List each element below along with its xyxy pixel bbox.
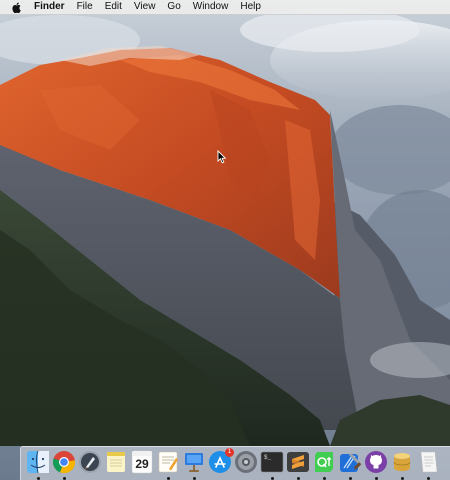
wallpaper-image [0,0,450,480]
menu-view[interactable]: View [134,0,156,14]
xcode-icon [340,453,361,472]
dock-item-launchpad[interactable] [78,450,102,474]
dock-item-xcode[interactable] [338,450,362,480]
dock-item-chrome[interactable] [52,450,76,480]
menu-file[interactable]: File [77,0,93,14]
calendar-day: 29 [135,457,149,471]
terminal-prompt-text: $_ [264,454,272,461]
keynote-icon [185,453,203,472]
menu-help[interactable]: Help [240,0,261,14]
dock-item-github[interactable] [364,450,388,480]
finder-icon [27,450,49,474]
dock-item-textedit[interactable] [416,450,440,480]
dock: 29 1 $_ [20,446,450,480]
launchpad-icon [79,451,101,473]
dock-item-terminal[interactable]: $_ [260,450,284,480]
dock-item-pages[interactable] [156,450,180,480]
chrome-icon [53,451,76,474]
textedit-icon [420,451,438,473]
dock-item-keynote[interactable] [182,450,206,480]
menu-edit[interactable]: Edit [105,0,122,14]
pages-icon [158,451,178,473]
apple-icon[interactable] [12,1,22,13]
desktop: Finder File Edit View Go Window Help 29 … [0,0,450,480]
menu-app-name[interactable]: Finder [34,0,65,14]
notification-badge: 1 [225,448,234,457]
dock-item-finder[interactable] [26,450,50,480]
github-icon [365,451,387,473]
dock-item-sequel[interactable] [390,450,414,480]
mouse-cursor-icon [217,150,227,164]
dock-item-system-preferences[interactable] [234,450,258,474]
sequel-icon [393,453,411,471]
dock-item-notes[interactable] [104,450,128,474]
dock-item-calendar[interactable]: 29 [130,450,154,474]
dock-item-app-store[interactable]: 1 [208,448,234,474]
sublime-text-icon [287,452,309,472]
menu-bar: Finder File Edit View Go Window Help [0,0,450,15]
menu-window[interactable]: Window [193,0,229,14]
dock-item-qt-creator[interactable] [312,450,336,480]
system-preferences-icon [235,451,257,473]
notes-icon [107,452,125,472]
qt-creator-icon [315,452,333,472]
menu-go[interactable]: Go [167,0,180,14]
dock-item-sublime-text[interactable] [286,450,310,480]
